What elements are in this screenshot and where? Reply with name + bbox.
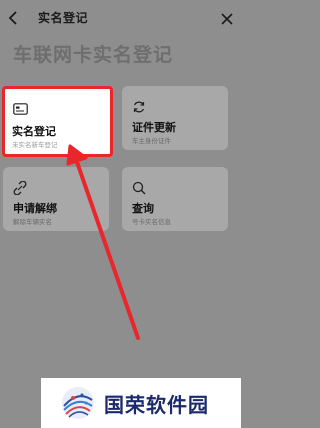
- top-nav-bar: 实名登记: [0, 0, 241, 36]
- card-apply-unbind[interactable]: 申请解绑 解除车辆实名: [3, 167, 109, 231]
- card-title: 证件更新: [132, 121, 176, 134]
- refresh-icon: [132, 99, 146, 113]
- card-subtitle: 号卡实名信息: [132, 218, 171, 226]
- watermark-banner: 国荣软件园: [41, 378, 241, 428]
- globe-logo-icon: [59, 384, 97, 422]
- card-subtitle: 未实名新车登记: [12, 141, 58, 149]
- card-certificate-update[interactable]: 证件更新 车主身份证件: [122, 86, 228, 150]
- id-card-icon: [13, 100, 28, 119]
- card-title: 查询: [132, 202, 154, 215]
- search-icon: [132, 180, 146, 195]
- card-query[interactable]: 查询 号卡实名信息: [122, 167, 228, 231]
- card-title: 申请解绑: [13, 202, 57, 215]
- card-title: 实名登记: [12, 125, 56, 138]
- watermark-text: 国荣软件园: [104, 393, 209, 417]
- nav-title: 实名登记: [38, 11, 89, 25]
- card-real-name-registration[interactable]: 实名登记 未实名新车登记: [2, 86, 113, 157]
- card-subtitle: 解除车辆实名: [13, 218, 52, 226]
- card-subtitle: 车主身份证件: [132, 137, 171, 145]
- page-title: 车联网卡实名登记: [13, 44, 174, 66]
- back-icon[interactable]: [6, 10, 20, 26]
- unlink-icon: [13, 180, 27, 196]
- close-icon[interactable]: [221, 10, 235, 25]
